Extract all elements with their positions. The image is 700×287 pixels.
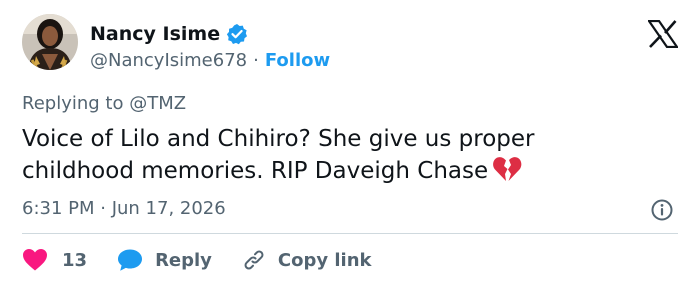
author-name[interactable]: Nancy Isime [90, 23, 220, 45]
like-count: 13 [62, 249, 88, 271]
follow-button[interactable]: Follow [265, 50, 330, 71]
author-handle[interactable]: @NancyIsime678 [90, 50, 247, 71]
replying-to-label: Replying to @TMZ [22, 93, 187, 114]
like-button[interactable]: 13 [22, 248, 87, 272]
verified-badge-icon [226, 23, 248, 45]
tweet-timestamp[interactable]: 6:31 PM · Jun 17, 2026 [22, 198, 226, 219]
reply-label: Reply [155, 249, 212, 271]
info-icon[interactable] [650, 198, 674, 222]
tweet-text-line-1: Voice of Lilo and Chihiro? She give us p… [22, 126, 535, 152]
tweet-text-line-2: childhood memories. RIP Daveigh Chase [22, 155, 662, 187]
speech-bubble-icon [118, 249, 143, 271]
x-logo-icon[interactable] [646, 19, 680, 49]
tweet-text: Voice of Lilo and Chihiro? She give us p… [22, 124, 662, 187]
reply-button[interactable]: Reply [117, 248, 212, 272]
avatar[interactable] [22, 14, 78, 70]
tweet-text-line-2-text: childhood memories. RIP Daveigh Chase [22, 158, 489, 184]
link-icon [244, 250, 264, 270]
divider [22, 233, 678, 234]
separator-dot: · [253, 49, 259, 71]
author-name-row: Nancy Isime [90, 21, 248, 47]
action-bar: 13 Reply Copy link [22, 246, 372, 274]
copy-link-button[interactable]: Copy link [242, 248, 372, 272]
author-handle-row: @NancyIsime678 · Follow [90, 48, 330, 72]
broken-heart-icon [492, 155, 522, 183]
heart-icon [23, 249, 47, 271]
copy-link-label: Copy link [277, 249, 372, 271]
